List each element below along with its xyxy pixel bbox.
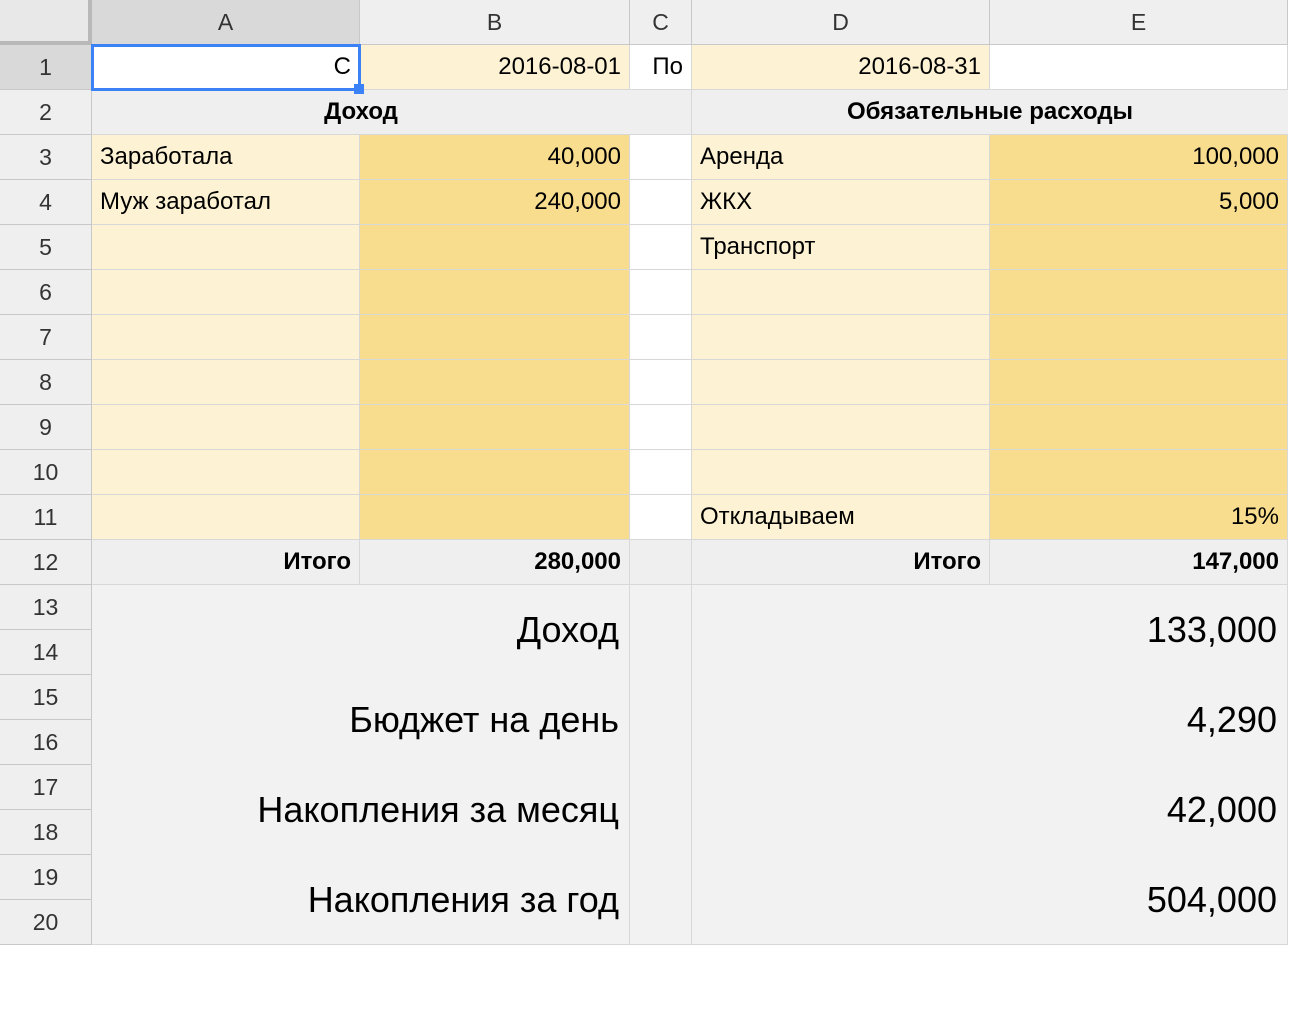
cell-E12[interactable]: 147,000 xyxy=(990,540,1288,585)
cell-D6[interactable] xyxy=(692,270,990,315)
cell-B9[interactable] xyxy=(360,405,630,450)
row-header-20[interactable]: 20 xyxy=(0,900,92,945)
cell-A8[interactable] xyxy=(92,360,360,405)
cell-E6[interactable] xyxy=(990,270,1288,315)
row-header-5[interactable]: 5 xyxy=(0,225,92,270)
cell-A2-B2-income-header[interactable]: Доход xyxy=(92,90,630,135)
cell-C9[interactable] xyxy=(630,405,692,450)
cell-D4[interactable]: ЖКХ xyxy=(692,180,990,225)
cell-B11[interactable] xyxy=(360,495,630,540)
cell-C7[interactable] xyxy=(630,315,692,360)
cell-B12[interactable]: 280,000 xyxy=(360,540,630,585)
col-header-E[interactable]: E xyxy=(990,0,1288,45)
spreadsheet-grid[interactable]: A B C D E 1 С 2016-08-01 По 2016-08-31 2… xyxy=(0,0,1292,945)
cell-E11[interactable]: 15% xyxy=(990,495,1288,540)
cell-C10[interactable] xyxy=(630,450,692,495)
cell-C11[interactable] xyxy=(630,495,692,540)
cell-C6[interactable] xyxy=(630,270,692,315)
col-header-D[interactable]: D xyxy=(692,0,990,45)
cell-B10[interactable] xyxy=(360,450,630,495)
cell-D7[interactable] xyxy=(692,315,990,360)
summary-label-savings-year[interactable]: Накопления за год xyxy=(92,855,630,945)
cell-C1516[interactable] xyxy=(630,675,692,765)
row-header-1[interactable]: 1 xyxy=(0,45,92,90)
cell-A3[interactable]: Заработала xyxy=(92,135,360,180)
cell-E3[interactable]: 100,000 xyxy=(990,135,1288,180)
cell-B1[interactable]: 2016-08-01 xyxy=(360,45,630,90)
col-header-B[interactable]: B xyxy=(360,0,630,45)
cell-A5[interactable] xyxy=(92,225,360,270)
cell-A11[interactable] xyxy=(92,495,360,540)
cell-C4[interactable] xyxy=(630,180,692,225)
cell-E1[interactable] xyxy=(990,45,1288,90)
cell-D10[interactable] xyxy=(692,450,990,495)
cell-D1[interactable]: 2016-08-31 xyxy=(692,45,990,90)
row-header-7[interactable]: 7 xyxy=(0,315,92,360)
summary-value-daily-budget[interactable]: 4,290 xyxy=(692,675,1288,765)
summary-value-savings-year[interactable]: 504,000 xyxy=(692,855,1288,945)
cell-C3[interactable] xyxy=(630,135,692,180)
cell-C12[interactable] xyxy=(630,540,692,585)
cell-C8[interactable] xyxy=(630,360,692,405)
cell-E4[interactable]: 5,000 xyxy=(990,180,1288,225)
row-header-13[interactable]: 13 xyxy=(0,585,92,630)
cell-C1314[interactable] xyxy=(630,585,692,675)
summary-label-daily-budget[interactable]: Бюджет на день xyxy=(92,675,630,765)
cell-A9[interactable] xyxy=(92,405,360,450)
cell-B7[interactable] xyxy=(360,315,630,360)
cell-D11[interactable]: Откладываем xyxy=(692,495,990,540)
row-header-18[interactable]: 18 xyxy=(0,810,92,855)
cell-A4[interactable]: Муж заработал xyxy=(92,180,360,225)
cell-A10[interactable] xyxy=(92,450,360,495)
cell-E9[interactable] xyxy=(990,405,1288,450)
cell-A6[interactable] xyxy=(92,270,360,315)
summary-value-income[interactable]: 133,000 xyxy=(692,585,1288,675)
row-header-10[interactable]: 10 xyxy=(0,450,92,495)
cell-D5[interactable]: Транспорт xyxy=(692,225,990,270)
cell-A7[interactable] xyxy=(92,315,360,360)
cell-A1[interactable]: С xyxy=(92,45,360,90)
fill-handle[interactable] xyxy=(354,84,364,94)
row-header-12[interactable]: 12 xyxy=(0,540,92,585)
row-header-3[interactable]: 3 xyxy=(0,135,92,180)
cell-D9[interactable] xyxy=(692,405,990,450)
cell-E5[interactable] xyxy=(990,225,1288,270)
row-header-11[interactable]: 11 xyxy=(0,495,92,540)
summary-label-income[interactable]: Доход xyxy=(92,585,630,675)
row-header-6[interactable]: 6 xyxy=(0,270,92,315)
cell-D3[interactable]: Аренда xyxy=(692,135,990,180)
cell-D12[interactable]: Итого xyxy=(692,540,990,585)
cell-C1718[interactable] xyxy=(630,765,692,855)
col-header-C[interactable]: C xyxy=(630,0,692,45)
summary-label-savings-month[interactable]: Накопления за месяц xyxy=(92,765,630,855)
cell-C2[interactable] xyxy=(630,90,692,135)
row-header-17[interactable]: 17 xyxy=(0,765,92,810)
select-all-corner[interactable] xyxy=(0,0,92,45)
cell-D2-E2-expenses-header[interactable]: Обязательные расходы xyxy=(692,90,1288,135)
cell-D8[interactable] xyxy=(692,360,990,405)
col-header-A[interactable]: A xyxy=(92,0,360,45)
cell-A12[interactable]: Итого xyxy=(92,540,360,585)
row-header-2[interactable]: 2 xyxy=(0,90,92,135)
row-header-15[interactable]: 15 xyxy=(0,675,92,720)
cell-E8[interactable] xyxy=(990,360,1288,405)
row-header-8[interactable]: 8 xyxy=(0,360,92,405)
cell-B6[interactable] xyxy=(360,270,630,315)
summary-value-savings-month[interactable]: 42,000 xyxy=(692,765,1288,855)
row-header-4[interactable]: 4 xyxy=(0,180,92,225)
cell-E7[interactable] xyxy=(990,315,1288,360)
cell-E10[interactable] xyxy=(990,450,1288,495)
row-header-16[interactable]: 16 xyxy=(0,720,92,765)
cell-B5[interactable] xyxy=(360,225,630,270)
row-header-9[interactable]: 9 xyxy=(0,405,92,450)
cell-B4[interactable]: 240,000 xyxy=(360,180,630,225)
cell-C1[interactable]: По xyxy=(630,45,692,90)
cell-B8[interactable] xyxy=(360,360,630,405)
cell-C5[interactable] xyxy=(630,225,692,270)
cell-C1920[interactable] xyxy=(630,855,692,945)
cell-B3[interactable]: 40,000 xyxy=(360,135,630,180)
row-header-19[interactable]: 19 xyxy=(0,855,92,900)
row-header-14[interactable]: 14 xyxy=(0,630,92,675)
